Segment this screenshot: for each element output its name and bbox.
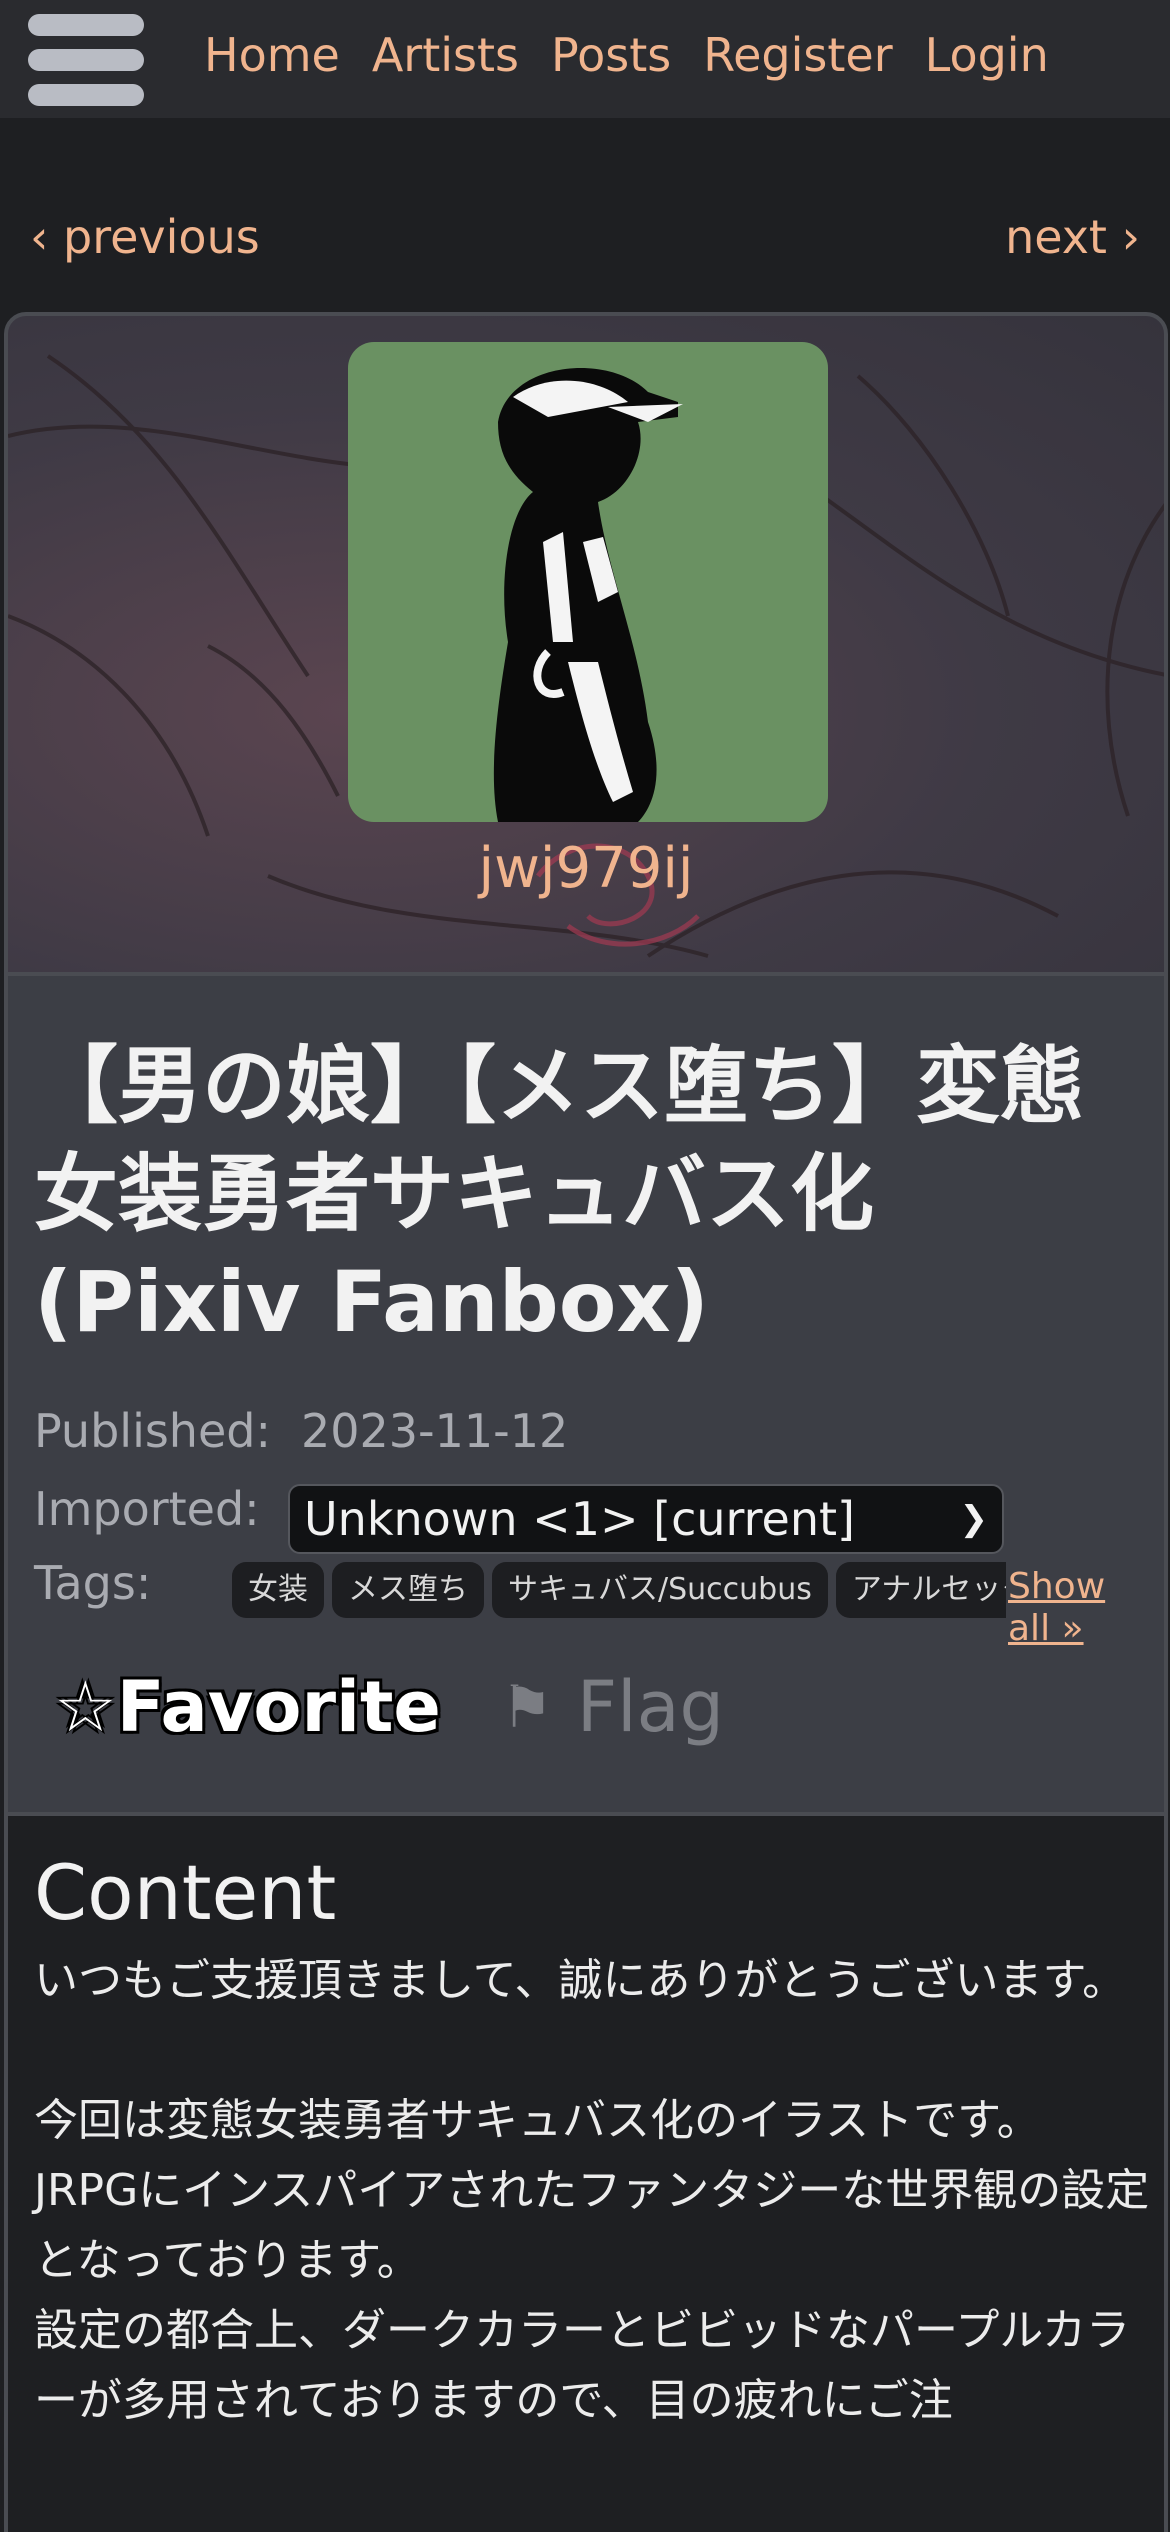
nav-home-link[interactable]: Home (204, 28, 340, 82)
published-label: Published: (34, 1404, 271, 1458)
post-content-section: Content いつもご支援頂きまして、誠にありがとうございます。 今回は変態女… (4, 1812, 1168, 2532)
nav-links: Home Artists Posts Register Login (204, 0, 1049, 110)
nav-register-link[interactable]: Register (703, 28, 892, 82)
previous-post-link[interactable]: ‹ previous (30, 210, 260, 264)
content-paragraph: いつもご支援頂きまして、誠にありがとうございます。 (34, 1955, 1127, 2006)
flag-label: Flag (576, 1666, 724, 1748)
flag-icon: ⚑ (500, 1673, 553, 1741)
top-navbar: Home Artists Posts Register Login (0, 0, 1170, 118)
avatar-figure-icon (493, 368, 683, 822)
tag-item[interactable]: アナルセックス (835, 1562, 1006, 1618)
tags-label: Tags: (34, 1556, 152, 1610)
published-date: 2023-11-12 (300, 1404, 569, 1458)
next-post-link[interactable]: next › (1005, 210, 1140, 264)
content-body: いつもご支援頂きまして、誠にありがとうございます。 今回は変態女装勇者サキュバス… (34, 1946, 1154, 2436)
content-heading: Content (34, 1848, 337, 1937)
nav-login-link[interactable]: Login (925, 28, 1049, 82)
content-paragraph: 設定の都合上、ダークカラーとビビッドなパープルカラーが多用されておりますので、目… (34, 2305, 1131, 2426)
import-select[interactable]: Unknown <1> [current] ❯ (288, 1484, 1004, 1554)
tag-list: 女装 メス堕ち サキュバス/Succubus アナルセックス (232, 1562, 1006, 1622)
import-select-value: Unknown <1> [current] (304, 1492, 855, 1546)
chevron-down-icon: ❯ (959, 1499, 989, 1539)
hamburger-icon[interactable] (28, 14, 144, 106)
post-info-panel: 【男の娘】【メス堕ち】変態女装勇者サキュバス化 (Pixiv Fanbox) P… (4, 972, 1168, 1816)
tag-item[interactable]: メス堕ち (332, 1562, 484, 1618)
post-actions: ☆ Favorite ⚑ Flag (54, 1666, 724, 1748)
artist-name-link[interactable]: jwj979ij (8, 836, 1164, 901)
favorite-label: Favorite (116, 1666, 441, 1748)
flag-button[interactable]: ⚑ Flag (501, 1666, 724, 1748)
artist-banner: jwj979ij (4, 312, 1168, 976)
content-paragraph: JRPGにインスパイアされたファンタジーな世界観の設定となっております。 (34, 2165, 1150, 2286)
nav-posts-link[interactable]: Posts (551, 28, 671, 82)
nav-artists-link[interactable]: Artists (372, 28, 519, 82)
favorite-button[interactable]: ☆ Favorite (54, 1666, 441, 1748)
tag-item[interactable]: 女装 (232, 1562, 324, 1618)
imported-label: Imported: (34, 1482, 260, 1536)
artist-avatar[interactable] (348, 342, 828, 822)
content-paragraph: 今回は変態女装勇者サキュバス化のイラストです。 (34, 2095, 1041, 2146)
tag-item[interactable]: サキュバス/Succubus (492, 1562, 828, 1618)
post-title: 【男の娘】【メス堕ち】変態女装勇者サキュバス化 (Pixiv Fanbox) (34, 1037, 1085, 1351)
show-all-tags-link[interactable]: Show all » (1008, 1566, 1128, 1650)
star-icon: ☆ (54, 1666, 117, 1748)
post-pager: ‹ previous next › (30, 210, 1140, 264)
published-row: Published: 2023-11-12 (34, 1404, 568, 1458)
